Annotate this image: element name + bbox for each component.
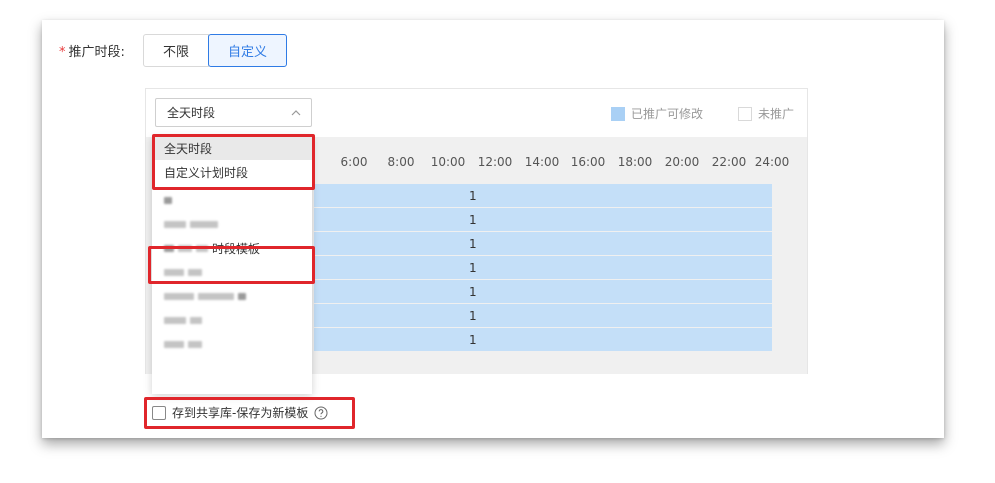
redacted-text: [164, 196, 172, 204]
schedule-row[interactable]: 1: [314, 232, 772, 255]
legend-edited-swatch: [611, 106, 625, 121]
redacted-text: [164, 292, 194, 300]
schedule-row-value: 1: [469, 333, 477, 347]
promotion-period-label: * 推广时段:: [59, 41, 125, 60]
hour-label: 24:00: [754, 155, 790, 169]
hour-label: 8:00: [387, 155, 415, 169]
dropdown-item[interactable]: [152, 308, 312, 332]
legend-edited-label: 已推广可修改: [631, 107, 704, 121]
hour-label: 6:00: [340, 155, 368, 169]
highlight-box-preset-items: [152, 134, 315, 190]
schedule-row-value: 1: [469, 189, 477, 203]
schedule-row-value: 1: [469, 309, 477, 323]
dropdown-item[interactable]: [152, 212, 312, 236]
redacted-text: [164, 340, 184, 348]
hour-label: 20:00: [664, 155, 700, 169]
legend-none-label: 未推广: [758, 107, 795, 121]
chevron-up-icon: [291, 110, 301, 116]
hour-label: 16:00: [570, 155, 606, 169]
legend-none-swatch: [738, 106, 752, 121]
legend-edited: 已推广可修改: [611, 105, 703, 122]
redacted-text: [188, 340, 202, 348]
redacted-text: [164, 220, 186, 228]
hour-label: 18:00: [617, 155, 653, 169]
schedule-rows: 1 1 1 1 1 1 1: [314, 184, 772, 352]
highlight-box-template-item: [148, 246, 315, 284]
hour-label: 22:00: [711, 155, 747, 169]
schedule-row[interactable]: 1: [314, 280, 772, 303]
required-mark: *: [59, 45, 66, 60]
hour-label: 10:00: [430, 155, 466, 169]
schedule-header: 全天时段 已推广可修改 未推广: [146, 89, 807, 137]
legend-none: 未推广: [738, 105, 794, 122]
option-custom-button[interactable]: 自定义: [208, 34, 287, 67]
redacted-text: [190, 316, 202, 324]
period-select[interactable]: 全天时段: [155, 98, 312, 127]
period-select-value: 全天时段: [167, 106, 216, 120]
option-unlimited-button[interactable]: 不限: [143, 34, 209, 67]
schedule-row-value: 1: [469, 237, 477, 251]
schedule-row-value: 1: [469, 261, 477, 275]
form-card: * 推广时段: 不限 自定义 全天时段 已推广可修改 未推广 6:00 8:00 10…: [42, 20, 944, 438]
dropdown-item[interactable]: [152, 188, 312, 212]
schedule-row[interactable]: 1: [314, 256, 772, 279]
dropdown-item[interactable]: [152, 332, 312, 356]
schedule-row[interactable]: 1: [314, 304, 772, 327]
redacted-text: [198, 292, 234, 300]
redacted-text: [164, 316, 186, 324]
redacted-text: [238, 292, 246, 300]
schedule-row-value: 1: [469, 285, 477, 299]
dropdown-item[interactable]: [152, 284, 312, 308]
promotion-period-text: 推广时段:: [68, 45, 125, 60]
schedule-row[interactable]: 1: [314, 328, 772, 351]
hour-label: 14:00: [524, 155, 560, 169]
redacted-text: [190, 220, 218, 228]
highlight-box-save-option: [144, 397, 355, 429]
schedule-row[interactable]: 1: [314, 184, 772, 207]
schedule-row-value: 1: [469, 213, 477, 227]
schedule-row[interactable]: 1: [314, 208, 772, 231]
hour-label: 12:00: [477, 155, 513, 169]
